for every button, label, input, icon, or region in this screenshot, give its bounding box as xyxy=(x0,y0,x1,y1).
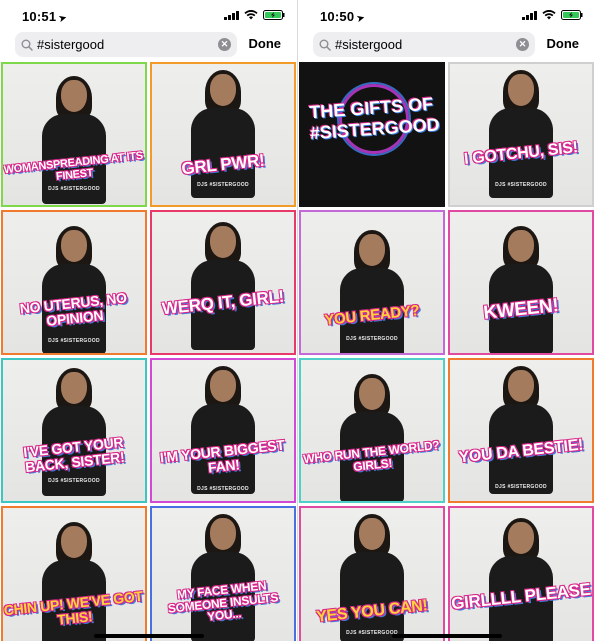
gif-tag: DJS #SISTERGOOD xyxy=(48,186,100,192)
search-icon xyxy=(21,38,33,56)
gif-tag: DJS #SISTERGOOD xyxy=(48,478,100,484)
person-figure xyxy=(337,374,407,501)
gif-tile[interactable]: YES YOU CAN! DJS #SISTERGOOD xyxy=(299,506,445,641)
status-icons xyxy=(522,10,583,20)
search-row: ✕ Done xyxy=(298,32,595,58)
person-figure xyxy=(486,70,556,198)
gif-tile[interactable]: WHO RUN THE WORLD? GIRLS! xyxy=(299,358,445,503)
gif-tile[interactable]: THE GIFTS OF #SISTERGOOD xyxy=(299,62,445,207)
gif-tag: DJS #SISTERGOOD xyxy=(197,182,249,188)
gif-tag: DJS #SISTERGOOD xyxy=(346,336,398,342)
search-field[interactable]: ✕ xyxy=(313,32,535,57)
person-figure xyxy=(39,368,109,496)
signal-icon xyxy=(224,10,239,20)
wifi-icon xyxy=(542,10,556,20)
person-figure xyxy=(39,226,109,353)
gif-tile[interactable]: YOU DA BESTIE! DJS #SISTERGOOD xyxy=(448,358,594,503)
location-arrow-icon: ➤ xyxy=(57,12,69,24)
gif-tile[interactable]: YOU READY? DJS #SISTERGOOD xyxy=(299,210,445,355)
person-figure xyxy=(486,518,556,641)
gif-tile[interactable]: I'M YOUR BIGGEST FAN! DJS #SISTERGOOD xyxy=(150,358,296,503)
time-text: 10:50 xyxy=(320,9,355,24)
gif-tag: DJS #SISTERGOOD xyxy=(48,338,100,344)
person-figure xyxy=(486,366,556,494)
gif-caption: MY FACE WHEN SOMEONE INSULTS YOU... xyxy=(167,578,279,624)
status-bar: 10:50 ➤ xyxy=(298,0,595,30)
search-field[interactable]: ✕ xyxy=(15,32,237,57)
battery-icon xyxy=(561,10,583,20)
gif-grid: THE GIFTS OF #SISTERGOOD I GOTCHU, SIS! D… xyxy=(299,62,594,641)
gif-tag: DJS #SISTERGOOD xyxy=(197,486,249,492)
search-row: ✕ Done xyxy=(0,32,297,58)
clear-icon[interactable]: ✕ xyxy=(218,38,231,51)
time-text: 10:51 xyxy=(22,9,57,24)
gif-tile[interactable]: GIRLLLL PLEASE xyxy=(448,506,594,641)
status-icons xyxy=(224,10,285,20)
battery-icon xyxy=(263,10,285,20)
person-figure xyxy=(486,226,556,353)
home-indicator xyxy=(391,634,502,638)
gif-tag: DJS #SISTERGOOD xyxy=(495,182,547,188)
gif-tile[interactable]: I GOTCHU, SIS! DJS #SISTERGOOD xyxy=(448,62,594,207)
clear-icon[interactable]: ✕ xyxy=(516,38,529,51)
phone-screen-left: 10:51➤ ✕ Done WOMANSPREADING AT ITS FINE… xyxy=(0,0,297,641)
wifi-icon xyxy=(244,10,258,20)
gif-tile[interactable]: CHIN UP! WE'VE GOT THIS! xyxy=(1,506,147,641)
search-input[interactable] xyxy=(335,32,505,57)
gif-tile[interactable]: I'VE GOT YOUR BACK, SISTER! DJS #SISTERGO… xyxy=(1,358,147,503)
gif-tile[interactable]: GRL PWR! DJS #SISTERGOOD xyxy=(150,62,296,207)
gif-tag: DJS #SISTERGOOD xyxy=(495,484,547,490)
status-bar: 10:51 ➤ xyxy=(0,0,297,30)
gif-tile[interactable]: KWEEN! xyxy=(448,210,594,355)
phone-screen-right: 10:50➤ ✕ Done THE GIFTS OF #SISTERGOOD I… xyxy=(298,0,595,641)
gif-grid: WOMANSPREADING AT ITS FINEST DJS #SISTERG… xyxy=(1,62,296,641)
search-icon xyxy=(319,38,331,56)
done-button[interactable]: Done xyxy=(249,36,282,51)
person-figure xyxy=(188,222,258,350)
status-time: 10:51 ➤ xyxy=(22,9,69,24)
gif-tile[interactable]: NO UTERUS, NO OPINION DJS #SISTERGOOD xyxy=(1,210,147,355)
gif-caption: THE GIFTS OF #SISTERGOOD xyxy=(308,93,441,144)
location-arrow-icon: ➤ xyxy=(355,12,367,24)
gif-tile[interactable]: MY FACE WHEN SOMEONE INSULTS YOU... xyxy=(150,506,296,641)
home-indicator xyxy=(93,634,204,638)
search-input[interactable] xyxy=(37,32,207,57)
gif-tile[interactable]: WOMANSPREADING AT ITS FINEST DJS #SISTERG… xyxy=(1,62,147,207)
done-button[interactable]: Done xyxy=(547,36,580,51)
gif-tile[interactable]: WERQ IT, GIRL! xyxy=(150,210,296,355)
signal-icon xyxy=(522,10,537,20)
status-time: 10:50 ➤ xyxy=(320,9,367,24)
gif-tag: DJS #SISTERGOOD xyxy=(346,630,398,636)
